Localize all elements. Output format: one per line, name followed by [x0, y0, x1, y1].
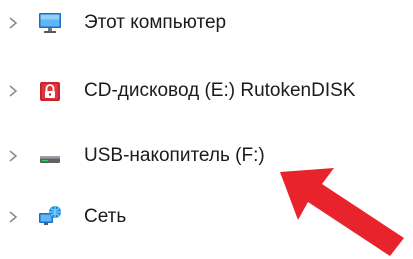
- monitor-icon: [39, 13, 61, 33]
- tree-item-label: Этот компьютер: [84, 12, 227, 33]
- chevron-right-icon[interactable]: [6, 16, 20, 30]
- tree-item-this-pc[interactable]: Этот компьютер: [0, 6, 413, 40]
- red-arrow-pointer-icon: [280, 168, 404, 256]
- chevron-right-icon[interactable]: [6, 84, 20, 98]
- tree-item-label: CD-дисковод (E:) RutokenDISK: [84, 80, 356, 101]
- tree-item-label: Сеть: [84, 206, 127, 227]
- chevron-right-icon[interactable]: [6, 210, 20, 224]
- tree-item-cd-drive[interactable]: CD-дисковод (E:) RutokenDISK: [0, 74, 413, 108]
- usb-drive-icon: [40, 156, 60, 163]
- navigation-pane: Этот компьютер CD-дисковод (E:) RutokenD…: [0, 0, 413, 259]
- chevron-right-icon[interactable]: [6, 149, 20, 163]
- network-icon: [39, 206, 61, 225]
- tree-item-label: USB-накопитель (F:): [84, 145, 265, 166]
- cd-drive-lock-icon: [40, 82, 60, 101]
